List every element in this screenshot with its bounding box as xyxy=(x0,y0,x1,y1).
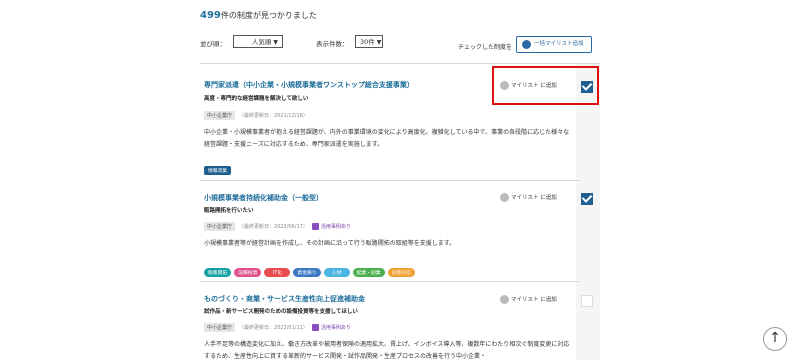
sort-select[interactable]: 人気順 ▼ xyxy=(233,35,283,48)
item-subtitle: 高度・専門的な経営課題を解決して欲しい xyxy=(204,96,309,102)
add-to-mylist-button[interactable]: マイリスト に追加 xyxy=(500,295,557,304)
sort-select-value: 人気順 xyxy=(251,38,272,46)
chevron-down-icon: ▼ xyxy=(273,39,278,46)
item-meta: 中小企業庁 （最終更新日：2021/12/16） xyxy=(204,111,308,120)
item-subtitle: 試作品・新サービス開発のための設備投資等を支援してほしい xyxy=(204,309,358,315)
item-description: 人手不足等の構造変化に加え、働き方改革や被用者保険の適用拡大、賃上げ、インボイス… xyxy=(204,341,570,360)
item-subtitle: 販路開拓を行いたい xyxy=(204,208,254,214)
result-count-number: 499 xyxy=(200,10,221,21)
list-item: 小規模事業者持続化補助金（一般型） 販路開拓を行いたい 中小企業庁 （最終更新日：… xyxy=(200,180,593,281)
tag[interactable]: 起業・創業 xyxy=(352,268,385,277)
agency-badge: 中小企業庁 xyxy=(204,323,236,332)
item-meta: 中小企業庁 （最終更新日：2022/06/17） 活用事例あり xyxy=(204,222,351,231)
plus-circle-icon xyxy=(500,295,509,304)
result-count: 499件の制度が見つかりました xyxy=(200,10,317,21)
chevron-down-icon: ▼ xyxy=(376,39,382,46)
plus-circle-icon xyxy=(500,193,509,202)
tag[interactable]: 販路開拓 xyxy=(204,268,232,277)
item-checkbox[interactable] xyxy=(581,295,593,307)
item-checkbox[interactable] xyxy=(581,193,593,205)
tag[interactable]: 人材 xyxy=(323,268,350,277)
tag[interactable]: 設備投資 xyxy=(234,268,262,277)
updated-date: （最終更新日：2021/12/16） xyxy=(239,113,308,119)
item-title-link[interactable]: 小規模事業者持続化補助金（一般型） xyxy=(204,193,323,203)
document-icon xyxy=(311,324,319,331)
tag[interactable]: 災害対応 xyxy=(387,268,415,277)
case-example-label: 活用事例あり xyxy=(320,224,351,230)
bookmark-icon xyxy=(522,40,531,49)
item-description: 中小企業・小規模事業者が抱える経営課題が、内外の事業環境の変化により高度化、複雑… xyxy=(204,129,570,148)
bulk-add-mylist-button[interactable]: 一括マイリスト追加 xyxy=(516,36,592,53)
item-meta: 中小企業庁 （最終更新日：2022/01/11） 活用事例あり xyxy=(204,323,351,332)
item-title-link[interactable]: 専門家派遣（中小企業・小規模事業者ワンストップ総合支援事業） xyxy=(204,80,414,90)
scroll-to-top-button[interactable]: ↑ xyxy=(763,327,787,351)
case-example-link[interactable]: 活用事例あり xyxy=(311,223,351,230)
mylist-label: マイリスト に追加 xyxy=(511,195,557,201)
updated-date: （最終更新日：2022/06/17） xyxy=(239,224,308,230)
result-count-suffix: 件の制度が見つかりました xyxy=(220,11,317,20)
tag[interactable]: 情報収集 xyxy=(204,166,232,175)
item-title-link[interactable]: ものづくり・商業・サービス生産性向上促進補助金 xyxy=(204,294,365,304)
bulk-add-label: 一括マイリスト追加 xyxy=(534,41,584,47)
tag-list: 情報収集 xyxy=(204,157,234,176)
per-page-label: 表示件数： xyxy=(316,40,349,48)
document-icon xyxy=(311,223,319,230)
case-example-label: 活用事例あり xyxy=(320,325,351,331)
updated-date: （最終更新日：2022/01/11） xyxy=(239,325,308,331)
add-to-mylist-button[interactable]: マイリスト に追加 xyxy=(500,193,557,202)
highlight-box xyxy=(492,66,599,105)
checked-items-label: チェックした制度を xyxy=(458,44,513,51)
per-page-select-value: 30件 xyxy=(360,38,375,46)
agency-badge: 中小企業庁 xyxy=(204,111,236,120)
arrow-up-icon: ↑ xyxy=(769,330,781,346)
agency-badge: 中小企業庁 xyxy=(204,222,236,231)
tag-list: 販路開拓 設備投資 IT化 資金繰り 人材 起業・創業 災害対応 xyxy=(204,259,418,278)
tag[interactable]: IT化 xyxy=(264,268,291,277)
list-item: ものづくり・商業・サービス生産性向上促進補助金 試作品・新サービス開発のための設… xyxy=(200,281,593,360)
sort-label: 並び順： xyxy=(200,40,226,48)
case-example-link[interactable]: 活用事例あり xyxy=(311,324,351,331)
mylist-label: マイリスト に追加 xyxy=(511,297,557,303)
item-description: 小規模事業者等が経営計画を作成し、その計画に沿って行う販路開拓の取組等を支援しま… xyxy=(204,240,456,247)
tag[interactable]: 資金繰り xyxy=(293,268,321,277)
per-page-select[interactable]: 30件 ▼ xyxy=(355,35,383,48)
